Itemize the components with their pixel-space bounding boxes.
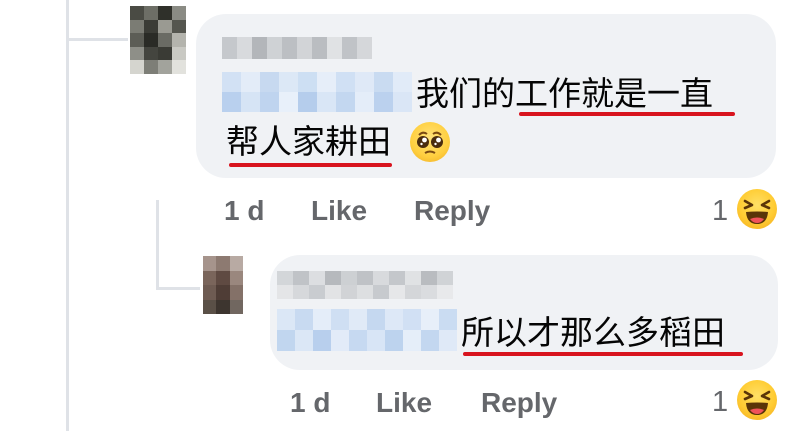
reply-button[interactable]: Reply xyxy=(414,197,490,225)
thread-line-branch xyxy=(66,38,128,41)
thread-line-inner xyxy=(156,200,159,290)
comment-timestamp[interactable]: 1 d xyxy=(290,389,330,417)
redacted-author-name xyxy=(222,37,372,63)
comment-timestamp[interactable]: 1 d xyxy=(224,197,264,225)
laughing-face-emoji[interactable] xyxy=(737,189,777,229)
comment-text-line-2: 帮人家耕田 xyxy=(226,122,391,161)
thread-line-outer xyxy=(66,0,69,431)
laughing-face-emoji[interactable] xyxy=(737,380,777,420)
pleading-face-emoji xyxy=(410,122,450,162)
redacted-mention xyxy=(277,309,457,355)
comment-text: 所以才那么多稻田 xyxy=(461,313,725,352)
text-underline xyxy=(229,163,392,167)
like-button[interactable]: Like xyxy=(311,197,367,225)
reaction-count[interactable]: 1 xyxy=(712,388,728,417)
thread-line-branch-2 xyxy=(156,287,200,290)
reply-button[interactable]: Reply xyxy=(481,389,557,417)
text-underline xyxy=(463,352,743,356)
text-underline xyxy=(519,112,735,116)
comment-text-line-1: 我们的工作就是一直 xyxy=(416,74,713,113)
reaction-count[interactable]: 1 xyxy=(712,197,728,226)
redacted-mention xyxy=(222,72,412,116)
redacted-author-name xyxy=(277,271,453,303)
avatar[interactable] xyxy=(203,256,243,314)
like-button[interactable]: Like xyxy=(376,389,432,417)
avatar[interactable] xyxy=(130,6,186,74)
